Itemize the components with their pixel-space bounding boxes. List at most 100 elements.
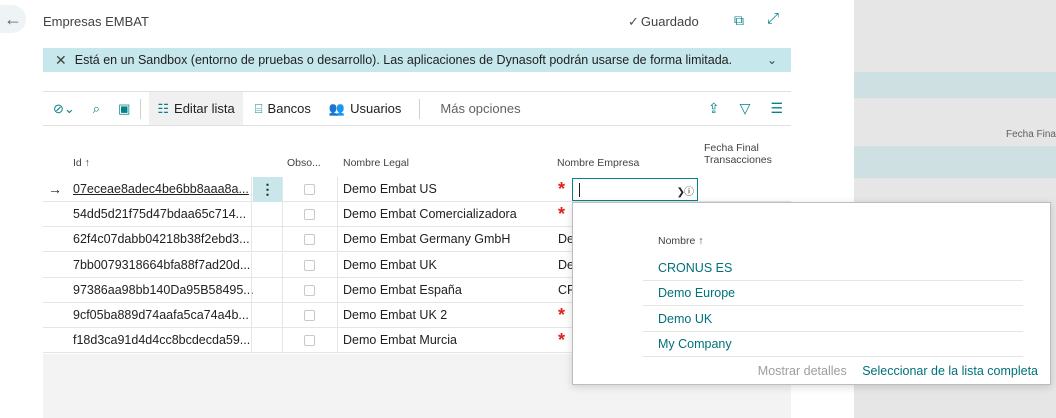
dropdown-option[interactable]: Demo UK [643,307,1023,332]
current-row-arrow-icon: → [48,181,62,197]
toolbar-divider [140,98,142,119]
company-lookup-dropdown: Nombre ↑ CRONUS ES Demo Europe Demo UK My C… [572,202,1051,385]
banner-text: Está en un Sandbox (entorno de pruebas o… [74,53,733,67]
check-icon: ✓ [628,14,639,29]
legal-name-value: Demo Embat US [343,182,437,196]
obsolete-checkbox[interactable] [304,259,315,271]
back-button[interactable]: ← [0,5,26,33]
column-divider [337,227,338,253]
column-divider [337,277,338,303]
background-band [854,146,1056,178]
obsolete-checkbox[interactable] [304,284,315,296]
column-divider [251,252,252,278]
more-options-button[interactable]: Más opciones [440,92,520,125]
column-divider [282,328,283,354]
column-divider [337,328,338,354]
row-id-link[interactable]: 7bb0079318664bfa88f7ad20d... [73,253,253,278]
column-divider [251,227,252,253]
row-id-link[interactable]: 9cf05ba889d74aafa5ca74a4b... [73,303,253,328]
column-divider [337,252,338,278]
row-id-link[interactable]: f18d3ca91d4d4cc8bcdecda59... [73,328,253,353]
filter-icon[interactable]: ▽ [740,100,751,117]
column-divider [282,227,283,253]
option-divider [643,355,1023,357]
required-asterisk-icon: * [558,330,566,351]
column-header-end-date[interactable]: Fecha Final Transacciones [704,142,772,166]
column-header-legal-name[interactable]: Nombre Legal [343,157,409,169]
dropdown-option[interactable]: CRONUS ES [643,256,1023,281]
search-button[interactable]: ⌕ [85,92,108,125]
required-asterisk-icon: * [558,305,566,325]
show-details-link[interactable]: Mostrar detalles [758,364,847,378]
column-divider [251,277,252,303]
legal-name-value: Demo Embat UK [343,257,437,272]
column-divider [251,177,252,202]
users-icon: 👥 [328,100,346,116]
saved-status: ✓ Guardado [628,14,699,29]
column-divider [337,177,338,202]
edit-list-icon: ☷ [157,100,170,116]
close-icon[interactable]: ✕ [55,52,67,69]
banks-button[interactable]: ⌸ Bancos [255,92,311,125]
background-column-label: Fecha Fina [1005,129,1056,140]
chevron-down-icon[interactable]: ⌄ [767,53,777,67]
column-header-company-name[interactable]: Nombre Empresa [557,157,639,169]
text-caret [579,183,580,197]
column-header-id[interactable]: Id ↑ [73,157,90,169]
document-icon: ▣ [118,100,131,116]
open-new-window-icon[interactable]: ⧉ [734,12,744,29]
legal-name-value: Demo Embat Comercializadora [343,207,517,222]
row-id-link[interactable]: 07eceae8adec4be6bb8aaa8a... [73,177,253,202]
column-divider [282,202,283,228]
toolbar-right-actions: ⇪ ▽ ☰ [708,100,783,117]
share-icon[interactable]: ⇪ [708,100,720,117]
sandbox-banner: ✕ Está en un Sandbox (entorno de pruebas… [43,48,791,72]
column-divider [282,277,283,303]
required-asterisk-icon: * [558,204,566,225]
column-divider [251,202,252,228]
obsolete-checkbox[interactable] [304,335,315,347]
row-actions-button[interactable]: ⋮ [253,177,282,202]
row-id-link[interactable]: 54dd5d21f75d47bdaa65c714... [73,202,253,227]
list-view-icon[interactable]: ☰ [770,100,783,117]
column-divider [251,328,252,354]
edit-list-button[interactable]: ☷ Editar lista [149,92,243,125]
bank-icon: ⌸ [254,100,263,116]
select-full-list-link[interactable]: Seleccionar de la lista completa [862,364,1038,378]
dropdown-option-label: Demo UK [658,311,713,326]
column-header-obsolete[interactable]: Obso... [287,157,321,169]
dropdown-option-label: Demo Europe [658,286,736,301]
dropdown-option[interactable]: My Company [643,332,1023,357]
dropdown-option[interactable]: Demo Europe [643,281,1023,307]
dropdown-footer: Mostrar detalles Seleccionar de la lista… [758,364,1038,378]
new-document-button[interactable]: ▣ [108,92,140,125]
dropdown-column-header[interactable]: Nombre ↑ [658,235,704,247]
toolbar-divider [419,98,421,119]
obsolete-checkbox[interactable] [304,310,315,321]
row-id-link[interactable]: 97386aa98bb140Da95B58495... [73,278,253,303]
dropdown-option-label: CRONUS ES [658,261,733,275]
dropdown-option-label: My Company [658,336,732,351]
legal-name-value: Demo Embat Germany GmbH [343,232,511,247]
column-divider [251,303,252,328]
search-options-button[interactable]: ⊘⌄ [43,92,85,125]
required-asterisk-icon: * [558,179,566,199]
search-icon: ⌕ [92,100,101,116]
obsolete-checkbox[interactable] [304,234,315,246]
lookup-info-icon[interactable]: ❯ⓘ [677,183,694,198]
background-band [854,72,1056,98]
company-name-input[interactable]: ❯ⓘ [572,178,698,201]
legal-name-value: Demo Embat Murcia [343,333,457,348]
action-toolbar: ⊘⌄ ⌕ ▣ ☷ Editar lista ⌸ Bancos 👥 Usuarios M… [43,91,791,126]
column-divider [282,252,283,278]
arrow-left-icon: ← [4,8,22,29]
row-id-link[interactable]: 62f4c07dabb04218b38f2ebd3... [73,227,253,252]
obsolete-checkbox[interactable] [304,184,315,195]
column-divider [337,303,338,328]
column-divider [337,202,338,228]
expand-icon[interactable]: ⤢ [767,10,779,27]
page-title: Empresas EMBAT [43,14,149,29]
users-button[interactable]: 👥 Usuarios [329,92,401,125]
legal-name-value: Demo Embat España [343,282,462,297]
obsolete-checkbox[interactable] [304,209,315,221]
